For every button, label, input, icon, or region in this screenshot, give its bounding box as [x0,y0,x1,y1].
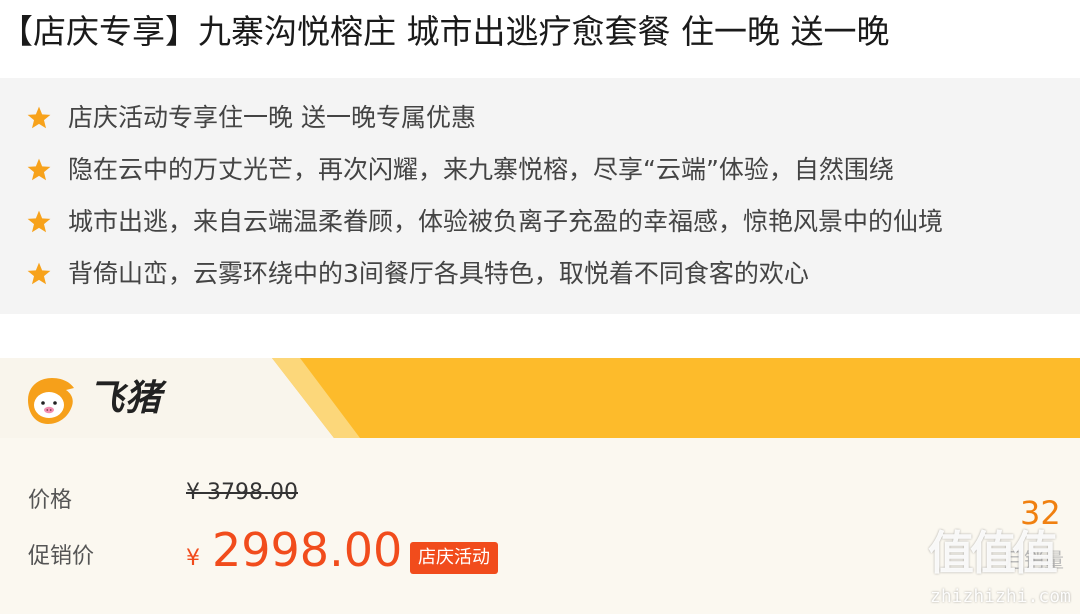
original-currency: ¥ [186,480,200,505]
watermark-url: zhizhizhi.com [930,586,1071,607]
original-price-label: 价格 [28,488,73,513]
star-icon [27,210,51,233]
fliggy-logo-icon [28,378,74,424]
watermark: 值值值 zhizhizhi.com [928,524,1076,610]
original-value: 3798.00 [207,480,298,505]
star-icon [27,262,51,285]
product-page: 【店庆专享】九寨沟悦榕庄 城市出逃疗愈套餐 住一晚 送一晚 店庆活动专享住一晚 … [0,0,1080,614]
sale-price: 2998.00 [212,523,403,577]
original-price: ¥ 3798.00 [186,480,298,505]
platform-name: 飞猪 [88,378,163,419]
highlight-text: 背倚山峦，云雾环绕中的3间餐厅各具特色，取悦着不同食客的欢心 [68,259,809,288]
highlight-item: 背倚山峦，云雾环绕中的3间餐厅各具特色，取悦着不同食客的欢心 [26,254,809,294]
sale-price-label: 促销价 [28,544,95,569]
highlight-text: 店庆活动专享住一晚 送一晚专属优惠 [68,103,476,132]
watermark-logo: 值值值 [928,526,1058,580]
promo-badge[interactable]: 店庆活动 [410,542,498,574]
highlight-item: 店庆活动专享住一晚 送一晚专属优惠 [26,98,476,138]
highlight-item: 隐在云中的万丈光芒，再次闪耀，来九寨悦榕，尽享“云端”体验，自然围绕 [26,150,894,190]
star-icon [27,106,51,129]
sale-currency: ¥ [186,546,200,571]
highlight-text: 隐在云中的万丈光芒，再次闪耀，来九寨悦榕，尽享“云端”体验，自然围绕 [68,155,894,184]
product-title: 【店庆专享】九寨沟悦榕庄 城市出逃疗愈套餐 住一晚 送一晚 [0,12,890,51]
star-icon [27,158,51,181]
highlights-panel: 店庆活动专享住一晚 送一晚专属优惠 隐在云中的万丈光芒，再次闪耀，来九寨悦榕，尽… [0,78,1080,314]
highlight-text: 城市出逃，来自云端温柔眷顾，体验被负离子充盈的幸福感，惊艳风景中的仙境 [68,207,944,236]
price-card: 飞猪 价格 ¥ 3798.00 促销价 ¥ 2998.00 店庆活动 32 月销… [0,358,1080,614]
highlight-item: 城市出逃，来自云端温柔眷顾，体验被负离子充盈的幸福感，惊艳风景中的仙境 [26,202,943,242]
